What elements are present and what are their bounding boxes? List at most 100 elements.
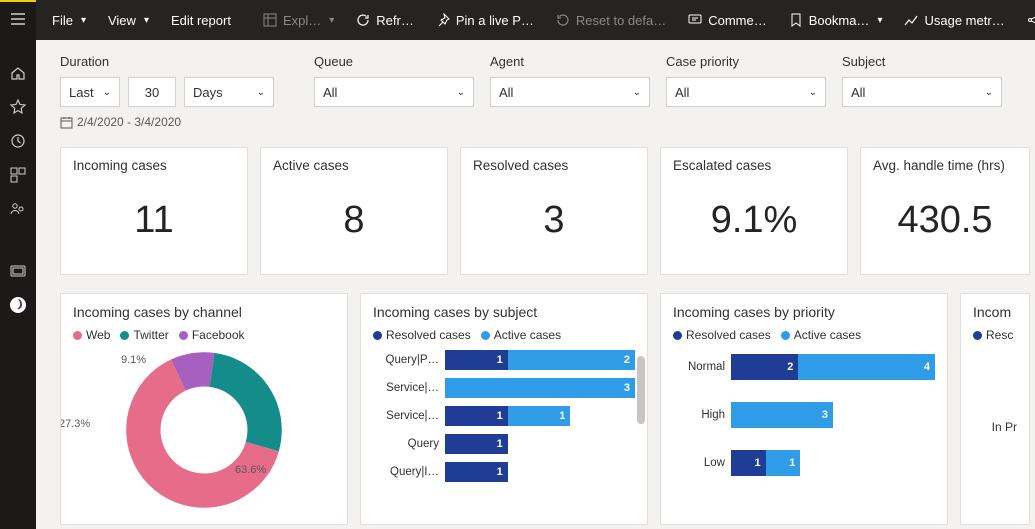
- kpi-title: Active cases: [273, 158, 435, 173]
- chart-title: Incoming cases by subject: [373, 304, 635, 320]
- bar-row: Query|P… 12: [373, 350, 635, 370]
- filter-label: Case priority: [666, 54, 826, 69]
- bar-row: Normal 24: [673, 354, 935, 380]
- legend-label: Resolved cases: [386, 328, 471, 342]
- chevron-down-icon: ⌄: [457, 87, 465, 98]
- usage-metrics-button[interactable]: Usage metr…: [894, 0, 1014, 40]
- left-nav-rail: [0, 0, 36, 529]
- filter-row: Duration Last⌄ 30 Days⌄ 2/4/2020 - 3/4/2…: [60, 54, 1035, 129]
- kpi-value: 9.1%: [673, 199, 835, 242]
- reset-icon: [556, 13, 570, 27]
- legend-label: Web: [86, 328, 110, 342]
- duration-type-dropdown[interactable]: Last⌄: [60, 77, 120, 107]
- bar-label: Normal: [673, 361, 725, 373]
- chart-legend: Resolved cases Active cases: [373, 328, 635, 342]
- slice-label-web: 63.6%: [235, 464, 266, 476]
- comments-button[interactable]: Comme…: [678, 0, 777, 40]
- legend-dot-twitter: [120, 331, 129, 340]
- bookmarks-button[interactable]: Bookma…▾: [779, 0, 893, 40]
- legend-dot-resolved: [673, 331, 682, 340]
- kpi-title: Escalated cases: [673, 158, 835, 173]
- bar-label: Query|P…: [373, 354, 439, 366]
- kpi-title: Incoming cases: [73, 158, 235, 173]
- nav-favorites-icon[interactable]: [0, 90, 36, 124]
- chart-incoming-by-channel[interactable]: Incoming cases by channel Web Twitter Fa…: [60, 293, 348, 525]
- nav-apps-icon[interactable]: [0, 158, 36, 192]
- nav-home-icon[interactable]: [0, 56, 36, 90]
- filter-queue: Queue All⌄: [314, 54, 474, 129]
- duration-unit-dropdown[interactable]: Days⌄: [184, 77, 274, 107]
- chevron-down-icon: ▾: [81, 15, 86, 26]
- legend-label: Resc: [986, 328, 1013, 342]
- nav-recent-icon[interactable]: [0, 124, 36, 158]
- subject-dropdown[interactable]: All⌄: [842, 77, 1002, 107]
- kpi-card-escalated[interactable]: Escalated cases 9.1%: [660, 147, 848, 275]
- legend-label: Resolved cases: [686, 328, 771, 342]
- bookmark-icon: [789, 13, 803, 27]
- kpi-card-active[interactable]: Active cases 8: [260, 147, 448, 275]
- agent-dropdown[interactable]: All⌄: [490, 77, 650, 107]
- filter-priority: Case priority All⌄: [666, 54, 826, 129]
- legend-label: Facebook: [192, 328, 245, 342]
- explore-button: Expl…▾: [253, 0, 344, 40]
- pin-live-button[interactable]: Pin a live P…: [426, 0, 544, 40]
- refresh-icon: [356, 13, 370, 27]
- legend-dot-active: [781, 331, 790, 340]
- chevron-down-icon: ⌄: [257, 87, 265, 98]
- kpi-card-incoming[interactable]: Incoming cases 11: [60, 147, 248, 275]
- chevron-down-icon: ⌄: [103, 87, 111, 98]
- filter-label: Subject: [842, 54, 1002, 69]
- filter-label: Agent: [490, 54, 650, 69]
- nav-workspaces-icon[interactable]: [0, 254, 36, 288]
- kpi-card-resolved[interactable]: Resolved cases 3: [460, 147, 648, 275]
- legend-dot-web: [73, 331, 82, 340]
- chart-incoming-by-priority[interactable]: Incoming cases by priority Resolved case…: [660, 293, 948, 525]
- duration-value-input[interactable]: 30: [128, 77, 176, 107]
- kpi-row: Incoming cases 11 Active cases 8 Resolve…: [60, 147, 1035, 275]
- scrollbar[interactable]: [637, 356, 645, 424]
- file-menu[interactable]: File▾: [42, 0, 96, 40]
- chart-incoming-by-subject[interactable]: Incoming cases by subject Resolved cases…: [360, 293, 648, 525]
- priority-dropdown[interactable]: All⌄: [666, 77, 826, 107]
- view-menu[interactable]: View▾: [98, 0, 159, 40]
- legend-label: Twitter: [133, 328, 168, 342]
- kpi-value: 11: [73, 199, 235, 242]
- filter-duration: Duration Last⌄ 30 Days⌄ 2/4/2020 - 3/4/2…: [60, 54, 280, 129]
- kpi-value: 3: [473, 199, 635, 242]
- legend-label: Active cases: [494, 328, 561, 342]
- nav-shared-icon[interactable]: [0, 192, 36, 226]
- share-icon: [1027, 13, 1035, 27]
- bar-row: Query|I… 1: [373, 462, 635, 482]
- kpi-value: 430.5: [873, 199, 1017, 242]
- pin-icon: [436, 13, 450, 27]
- legend-label: Active cases: [794, 328, 861, 342]
- main-region: File▾ View▾ Edit report Expl…▾ Refr… Pin…: [36, 0, 1035, 529]
- chevron-down-icon: ⌄: [809, 87, 817, 98]
- chart-incoming-by-status[interactable]: Incom Resc In Pr: [960, 293, 1030, 525]
- explore-icon: [263, 13, 277, 27]
- date-range-text: 2/4/2020 - 3/4/2020: [60, 115, 280, 129]
- refresh-button[interactable]: Refr…: [346, 0, 424, 40]
- bar-label: Service|…: [373, 410, 439, 422]
- bar-row: High 3: [673, 402, 935, 428]
- view-related-button[interactable]: View re: [1017, 0, 1035, 40]
- calendar-icon: [60, 116, 73, 129]
- edit-report-button[interactable]: Edit report: [161, 0, 241, 40]
- metrics-icon: [904, 13, 918, 27]
- bar-group: Query|P… 12 Service|… 3 Service|… 11 Que…: [373, 350, 635, 482]
- filter-label: Queue: [314, 54, 474, 69]
- bar-label: High: [673, 409, 725, 421]
- nav-powerapps-icon[interactable]: [0, 288, 36, 322]
- kpi-title: Avg. handle time (hrs): [873, 158, 1017, 173]
- queue-dropdown[interactable]: All⌄: [314, 77, 474, 107]
- kpi-card-handle-time[interactable]: Avg. handle time (hrs) 430.5: [860, 147, 1030, 275]
- slice-label-facebook: 9.1%: [121, 354, 146, 366]
- slice-label-twitter: 27.3%: [60, 418, 90, 430]
- nav-menu-icon[interactable]: [0, 2, 36, 36]
- legend-dot-resolved: [973, 331, 982, 340]
- chart-title: Incom: [973, 304, 1017, 320]
- bar-row: Service|… 11: [373, 406, 635, 426]
- chart-title: Incoming cases by channel: [73, 304, 335, 320]
- bar-label: Low: [673, 457, 725, 469]
- bar-label: Query: [373, 438, 439, 450]
